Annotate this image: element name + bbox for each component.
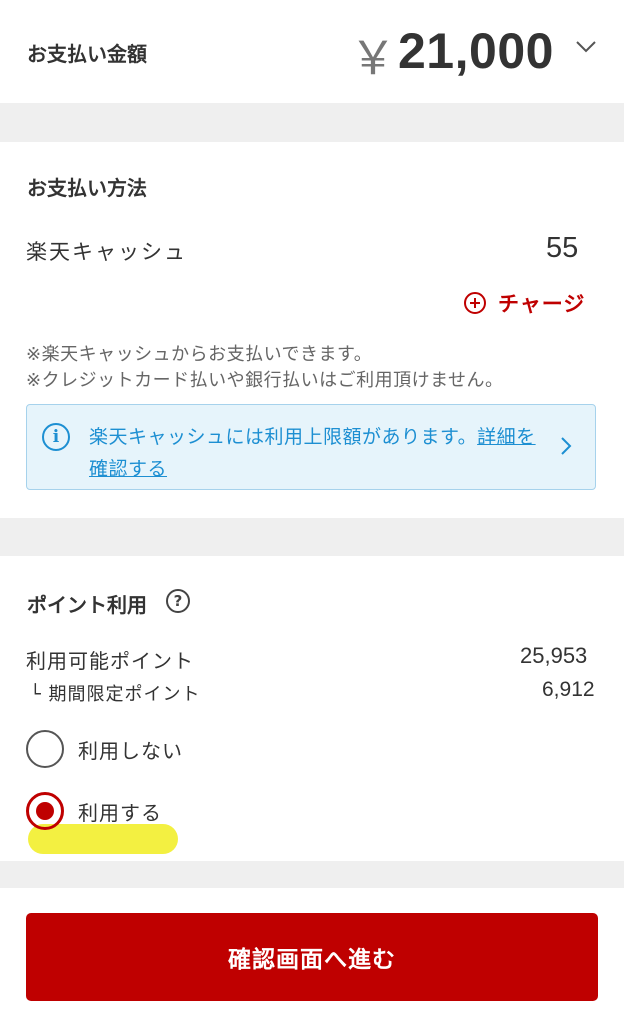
payment-method-section: お支払い方法 楽天キャッシュ 55 チャージ ※楽天キャッシュからお支払いできま… <box>0 142 624 518</box>
payment-method-title: お支払い方法 <box>27 176 147 200</box>
help-icon[interactable]: ? <box>166 589 190 613</box>
radio-unselected-icon <box>26 730 64 768</box>
payment-note: ※楽天キャッシュからお支払いできます。 <box>26 344 373 365</box>
limited-points-label: └ 期間限定ポイント <box>30 684 201 705</box>
available-points-value: 25,953 <box>520 643 588 668</box>
confirm-button[interactable]: 確認画面へ進む <box>26 913 598 1001</box>
payment-amount-value: 21,000 <box>398 23 554 79</box>
limit-info-text: 楽天キャッシュには利用上限額があります。詳細を確認する <box>89 421 549 485</box>
radio-selected-icon <box>26 792 64 830</box>
available-points-label: 利用可能ポイント <box>26 649 194 673</box>
chevron-right-icon <box>561 437 572 455</box>
radio-label: 利用する <box>78 800 162 825</box>
point-usage-section: ポイント利用 ? 利用可能ポイント 25,953 └ 期間限定ポイント 6,91… <box>0 556 624 861</box>
rakuten-cash-balance: 55 <box>546 232 579 264</box>
limit-info-banner[interactable]: i 楽天キャッシュには利用上限額があります。詳細を確認する <box>26 404 596 490</box>
limit-info-message: 楽天キャッシュには利用上限額があります。 <box>89 426 478 448</box>
radio-use[interactable]: 利用する <box>26 792 162 830</box>
currency-symbol: ￥ <box>350 32 396 84</box>
payment-amount-label: お支払い金額 <box>27 42 147 66</box>
plus-circle-icon <box>464 292 486 314</box>
info-icon: i <box>42 423 70 451</box>
charge-button[interactable]: チャージ <box>464 289 585 317</box>
rakuten-cash-label: 楽天キャッシュ <box>26 240 187 264</box>
footer-bar: 確認画面へ進む <box>0 888 624 1024</box>
point-usage-title: ポイント利用 <box>27 593 147 617</box>
chevron-down-icon[interactable] <box>574 38 598 56</box>
payment-amount-section[interactable]: お支払い金額 ￥ 21,000 <box>0 0 624 103</box>
limited-points-value: 6,912 <box>542 678 595 701</box>
radio-no-use[interactable]: 利用しない <box>26 730 183 768</box>
charge-label: チャージ <box>498 292 586 316</box>
radio-label: 利用しない <box>78 738 183 763</box>
payment-note: ※クレジットカード払いや銀行払いはご利用頂けません。 <box>26 370 504 391</box>
